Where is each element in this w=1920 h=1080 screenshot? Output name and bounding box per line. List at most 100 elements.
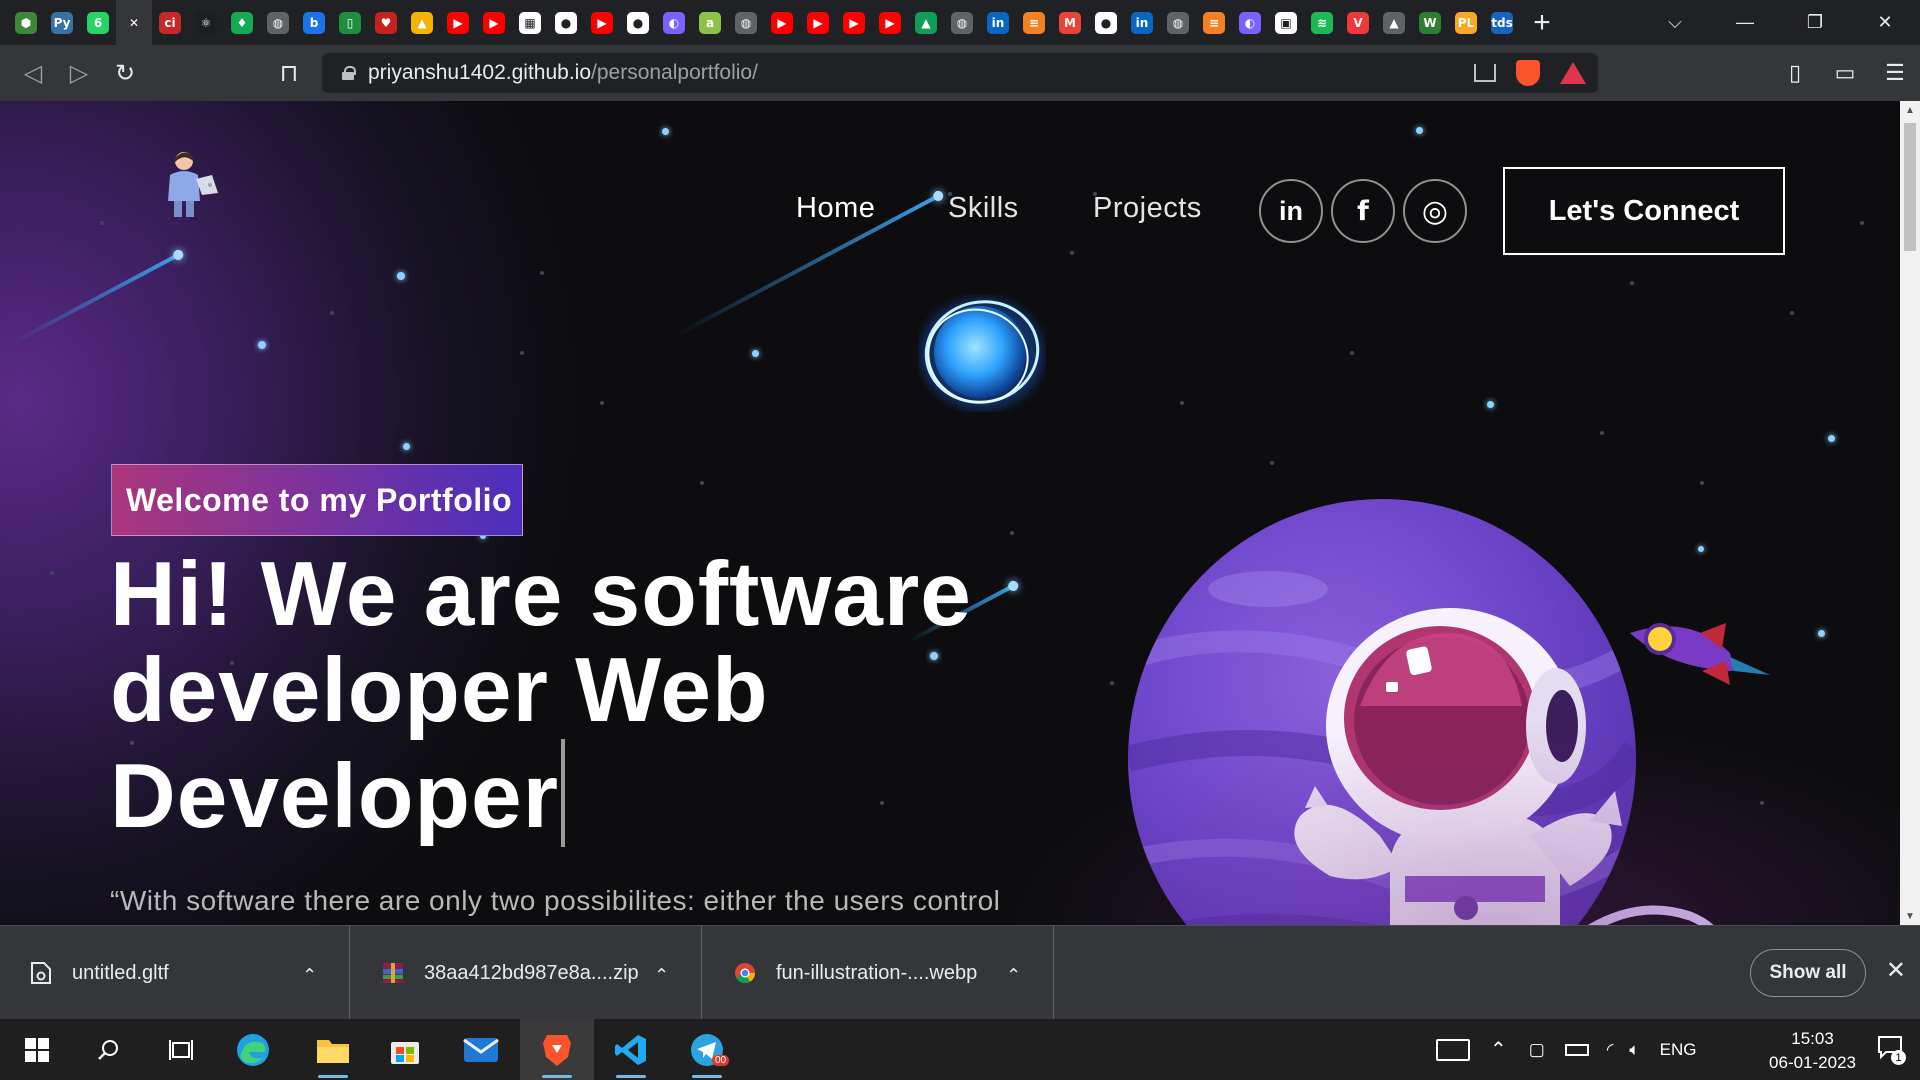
tab-python-icon[interactable]: Py: [44, 0, 80, 45]
scroll-down-icon[interactable]: ▼: [1900, 907, 1920, 925]
telegram-icon[interactable]: 00: [670, 1019, 744, 1080]
tab-gmail-icon[interactable]: M: [1052, 0, 1088, 45]
download-options-icon[interactable]: ⌄: [654, 963, 669, 984]
tab-color-icon[interactable]: ◐: [656, 0, 692, 45]
wallet-icon[interactable]: ▭: [1820, 45, 1870, 101]
file-explorer-icon[interactable]: [296, 1019, 370, 1080]
tab-globe-icon[interactable]: ◍: [728, 0, 764, 45]
tab-tds-icon[interactable]: tds: [1484, 0, 1520, 45]
store-icon[interactable]: [368, 1019, 442, 1080]
tab-spotify-icon[interactable]: ≋: [1304, 0, 1340, 45]
menu-icon[interactable]: ☰: [1870, 45, 1920, 101]
brave-shields-icon[interactable]: [1516, 60, 1540, 86]
download-options-icon[interactable]: ⌄: [302, 963, 317, 984]
brave-rewards-icon[interactable]: [1560, 62, 1586, 84]
tab-mongo-icon[interactable]: ♦: [224, 0, 260, 45]
tab-stack-icon[interactable]: ≡: [1196, 0, 1232, 45]
new-tab-button[interactable]: +: [1520, 0, 1564, 45]
tab-youtube-icon[interactable]: ▶: [584, 0, 620, 45]
tab-globe-icon[interactable]: ◍: [944, 0, 980, 45]
tab-doc-icon[interactable]: ▯: [332, 0, 368, 45]
lock-icon[interactable]: [342, 66, 356, 80]
tab-pl-icon[interactable]: PL: [1448, 0, 1484, 45]
brave-taskbar-icon[interactable]: [520, 1019, 594, 1080]
clock[interactable]: 15:03 06-01-2023: [1769, 1027, 1856, 1075]
facebook-icon[interactable]: f: [1331, 179, 1395, 243]
volume-icon[interactable]: 🔈︎: [1629, 1040, 1639, 1060]
tab-w-icon[interactable]: W: [1412, 0, 1448, 45]
tab-globe-icon[interactable]: ◍: [1160, 0, 1196, 45]
tab-drive-icon[interactable]: ▲: [908, 0, 944, 45]
tab-a-icon[interactable]: a: [692, 0, 728, 45]
minimize-icon[interactable]: —: [1710, 0, 1780, 45]
tab-youtube-icon[interactable]: ▶: [836, 0, 872, 45]
active-tab-close-icon[interactable]: ✕: [116, 0, 152, 45]
start-icon[interactable]: [0, 1019, 74, 1080]
show-all-downloads-button[interactable]: Show all: [1750, 949, 1866, 997]
restore-icon[interactable]: ❐: [1780, 0, 1850, 45]
reload-icon[interactable]: ↻: [102, 45, 148, 101]
tab-hexagon-icon[interactable]: ⬢: [8, 0, 44, 45]
vscode-icon[interactable]: [594, 1019, 668, 1080]
tab-youtube-icon[interactable]: ▶: [764, 0, 800, 45]
edge-icon[interactable]: [216, 1019, 290, 1080]
tab-youtube-icon[interactable]: ▶: [800, 0, 836, 45]
tab-b-icon[interactable]: b: [296, 0, 332, 45]
tab-calendar-icon[interactable]: ▦: [512, 0, 548, 45]
tab-mountain-icon[interactable]: ▲: [1376, 0, 1412, 45]
download-item[interactable]: untitled.gltf ⌄: [0, 926, 350, 1020]
tab-vivaldi-icon[interactable]: V: [1340, 0, 1376, 45]
url-text[interactable]: priyanshu1402.github.io/personalportfoli…: [368, 61, 758, 85]
tab-drive-icon[interactable]: ▲: [404, 0, 440, 45]
linkedin-icon[interactable]: in: [1259, 179, 1323, 243]
tab-react-icon[interactable]: ⚛: [188, 0, 224, 45]
news-icon[interactable]: [1436, 1038, 1470, 1061]
tab-favicon: in: [1131, 11, 1153, 34]
tab-linkedin-icon[interactable]: in: [980, 0, 1016, 45]
download-item[interactable]: 38aa412bd987e8a....zip ⌄: [352, 926, 702, 1020]
instagram-icon[interactable]: ◎: [1403, 179, 1467, 243]
lets-connect-button[interactable]: Let's Connect: [1503, 167, 1785, 255]
tab-whatsapp-icon[interactable]: 6: [80, 0, 116, 45]
tab-github-icon[interactable]: ●: [620, 0, 656, 45]
close-downloads-icon[interactable]: ✕: [1886, 956, 1906, 985]
back-icon[interactable]: ◁: [10, 45, 56, 101]
tab-youtube-icon[interactable]: ▶: [872, 0, 908, 45]
tab-github-icon[interactable]: ●: [548, 0, 584, 45]
tab-github-icon[interactable]: ●: [1088, 0, 1124, 45]
share-icon[interactable]: [1474, 64, 1496, 82]
notifications-icon[interactable]: 1: [1876, 1033, 1906, 1065]
tab-stack-icon[interactable]: ≡: [1016, 0, 1052, 45]
language-indicator[interactable]: ENG: [1660, 1040, 1697, 1060]
tab-youtube-icon[interactable]: ▶: [440, 0, 476, 45]
battery-icon[interactable]: [1564, 1043, 1589, 1056]
device-icon[interactable]: ▢: [1529, 1040, 1545, 1060]
wifi-icon[interactable]: ◜: [1607, 1040, 1614, 1060]
sidebar-icon[interactable]: ▯: [1770, 45, 1820, 101]
bookmark-icon[interactable]: ⊓: [266, 45, 312, 101]
nav-skills[interactable]: Skills: [948, 192, 1018, 224]
page-scrollbar[interactable]: ▲ ▼: [1900, 101, 1920, 925]
tab-heart-icon[interactable]: ♥: [368, 0, 404, 45]
close-window-icon[interactable]: ✕: [1850, 0, 1920, 45]
logo-icon[interactable]: [160, 149, 230, 221]
nav-projects[interactable]: Projects: [1093, 192, 1201, 224]
task-view-icon[interactable]: [144, 1019, 218, 1080]
download-options-icon[interactable]: ⌄: [1006, 963, 1021, 984]
tray-expand-icon[interactable]: ⌃: [1490, 1037, 1507, 1062]
scroll-up-icon[interactable]: ▲: [1900, 101, 1920, 119]
tab-news-icon[interactable]: ▣: [1268, 0, 1304, 45]
tab-globe-icon[interactable]: ◍: [260, 0, 296, 45]
search-icon[interactable]: [72, 1019, 146, 1080]
scroll-thumb[interactable]: [1904, 123, 1916, 251]
tab-search-icon[interactable]: ⌵: [1640, 0, 1710, 45]
tab-youtube-icon[interactable]: ▶: [476, 0, 512, 45]
nav-home[interactable]: Home: [796, 192, 875, 225]
tab-linkedin-icon[interactable]: in: [1124, 0, 1160, 45]
tab-color-icon[interactable]: ◐: [1232, 0, 1268, 45]
address-bar[interactable]: priyanshu1402.github.io/personalportfoli…: [322, 53, 1598, 93]
mail-icon[interactable]: [444, 1019, 518, 1080]
tab-ci-icon[interactable]: ci: [152, 0, 188, 45]
forward-icon[interactable]: ▷: [56, 45, 102, 101]
download-item[interactable]: fun-illustration-....webp ⌄: [704, 926, 1054, 1020]
